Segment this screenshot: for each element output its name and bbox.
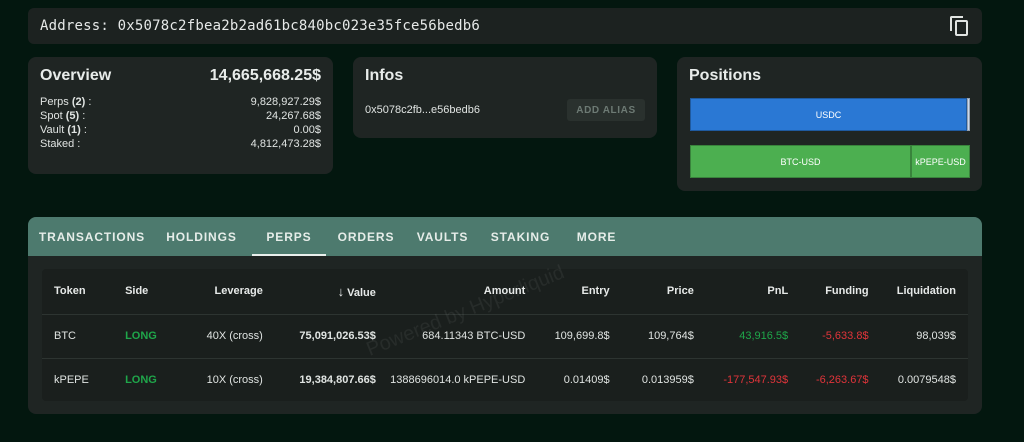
positions-title: Positions — [689, 67, 762, 84]
arrow-down-icon: ↓ — [337, 283, 345, 299]
segment-kpepe-usd[interactable]: kPEPE-USD — [911, 145, 970, 178]
cell-pnl: -177,547.93$ — [723, 374, 789, 387]
row-count: (2) — [71, 96, 86, 108]
tab-staking[interactable]: STAKING — [479, 217, 562, 256]
overview-title: Overview — [40, 67, 112, 84]
table-row[interactable]: kPEPE LONG 10X (cross) 19,384,807.66$ 13… — [42, 358, 968, 402]
overview-card: Overview 14,665,668.25$ Perps (2) : 9,82… — [28, 57, 333, 174]
cell-entry: 109,699.8$ — [537, 314, 622, 359]
cell-price: 109,764$ — [621, 314, 706, 359]
row-value: 0.00$ — [293, 124, 321, 136]
col-amount[interactable]: Amount — [387, 269, 538, 315]
short-address: 0x5078c2fb...e56bedb6 — [365, 104, 480, 116]
row-label: Vault — [40, 124, 65, 136]
tab-bar: TRANSACTIONS HOLDINGS PERPS ORDERS VAULT… — [28, 217, 982, 256]
segment-other[interactable] — [967, 98, 970, 131]
row-value: 24,267.68$ — [265, 110, 321, 122]
tab-holdings[interactable]: HOLDINGS — [154, 217, 249, 256]
overview-row-vault: Vault (1) : 0.00$ — [40, 123, 321, 137]
address-text: Address: 0x5078c2fbea2b2ad61bc840bc023e3… — [40, 18, 481, 34]
cell-side: LONG — [125, 374, 157, 387]
col-leverage[interactable]: Leverage — [174, 269, 275, 315]
row-suffix: : — [79, 110, 86, 122]
add-alias-button[interactable]: ADD ALIAS — [567, 99, 645, 121]
cell-liquidation: 98,039$ — [880, 314, 968, 359]
row-count: (1) — [67, 124, 81, 136]
col-entry[interactable]: Entry — [537, 269, 622, 315]
infos-card: Infos 0x5078c2fb...e56bedb6 ADD ALIAS — [353, 57, 657, 138]
overview-row-spot: Spot (5) : 24,267.68$ — [40, 109, 321, 123]
cell-amount: 684.11343 BTC-USD — [387, 314, 538, 359]
col-funding[interactable]: Funding — [800, 269, 881, 315]
row-suffix: : — [85, 96, 92, 108]
cell-value: 19,384,807.66$ — [299, 374, 376, 387]
col-pnl[interactable]: PnL — [705, 269, 801, 315]
table-row[interactable]: BTC LONG 40X (cross) 75,091,026.53$ 684.… — [42, 314, 968, 359]
perp-allocation-bar: BTC-USD kPEPE-USD — [690, 145, 970, 178]
table-header-row: Token Side Leverage ↓ Value Amount Entry … — [42, 269, 968, 315]
cell-funding: -5,633.8$ — [800, 314, 881, 359]
cell-pnl: 43,916.5$ — [705, 314, 801, 359]
row-suffix: : — [80, 124, 87, 136]
positions-table-card: TRANSACTIONS HOLDINGS PERPS ORDERS VAULT… — [28, 217, 982, 414]
infos-title: Infos — [365, 67, 404, 84]
segment-usdc[interactable]: USDC — [690, 98, 967, 131]
tab-orders[interactable]: ORDERS — [326, 217, 406, 256]
tab-vaults[interactable]: VAULTS — [406, 217, 479, 256]
col-price[interactable]: Price — [621, 269, 706, 315]
cell-leverage: 40X (cross) — [174, 314, 275, 359]
positions-card: Positions USDC BTC-USD kPEPE-USD — [677, 57, 982, 191]
row-label: Spot — [40, 110, 63, 122]
cell-side: LONG — [113, 314, 175, 359]
tab-perps[interactable]: PERPS — [252, 217, 326, 256]
segment-btc-usd[interactable]: BTC-USD — [690, 145, 911, 178]
cell-funding: -6,263.67$ — [815, 374, 869, 387]
row-suffix: : — [74, 138, 81, 150]
perps-table: Token Side Leverage ↓ Value Amount Entry … — [42, 269, 968, 401]
tab-transactions[interactable]: TRANSACTIONS — [30, 217, 154, 256]
cell-leverage: 10X (cross) — [206, 374, 263, 387]
spot-allocation-bar: USDC — [690, 98, 971, 131]
cell-price: 0.013959$ — [641, 374, 694, 387]
tab-more[interactable]: MORE — [562, 217, 631, 256]
col-value-label: Value — [347, 286, 376, 299]
row-count: (5) — [65, 110, 80, 122]
cell-token: BTC — [42, 314, 114, 359]
address-bar: Address: 0x5078c2fbea2b2ad61bc840bc023e3… — [28, 8, 982, 44]
cell-token: kPEPE — [54, 374, 89, 387]
cell-amount: 1388696014.0 kPEPE-USD — [390, 374, 526, 387]
row-value: 9,828,927.29$ — [250, 96, 321, 108]
row-value: 4,812,473.28$ — [250, 138, 321, 150]
col-value[interactable]: ↓ Value — [274, 269, 388, 315]
row-label: Perps — [40, 96, 69, 108]
cell-value: 75,091,026.53$ — [274, 314, 388, 359]
copy-icon[interactable] — [950, 16, 970, 36]
col-liquidation[interactable]: Liquidation — [880, 269, 968, 315]
cell-entry: 0.01409$ — [563, 374, 610, 387]
col-side[interactable]: Side — [113, 269, 175, 315]
row-label: Staked — [40, 138, 75, 150]
cell-liquidation: 0.0079548$ — [897, 374, 956, 387]
col-token[interactable]: Token — [42, 269, 114, 315]
overview-row-staked: Staked : 4,812,473.28$ — [40, 137, 321, 151]
overview-total: 14,665,668.25$ — [209, 67, 321, 84]
overview-row-perps: Perps (2) : 9,828,927.29$ — [40, 95, 321, 109]
